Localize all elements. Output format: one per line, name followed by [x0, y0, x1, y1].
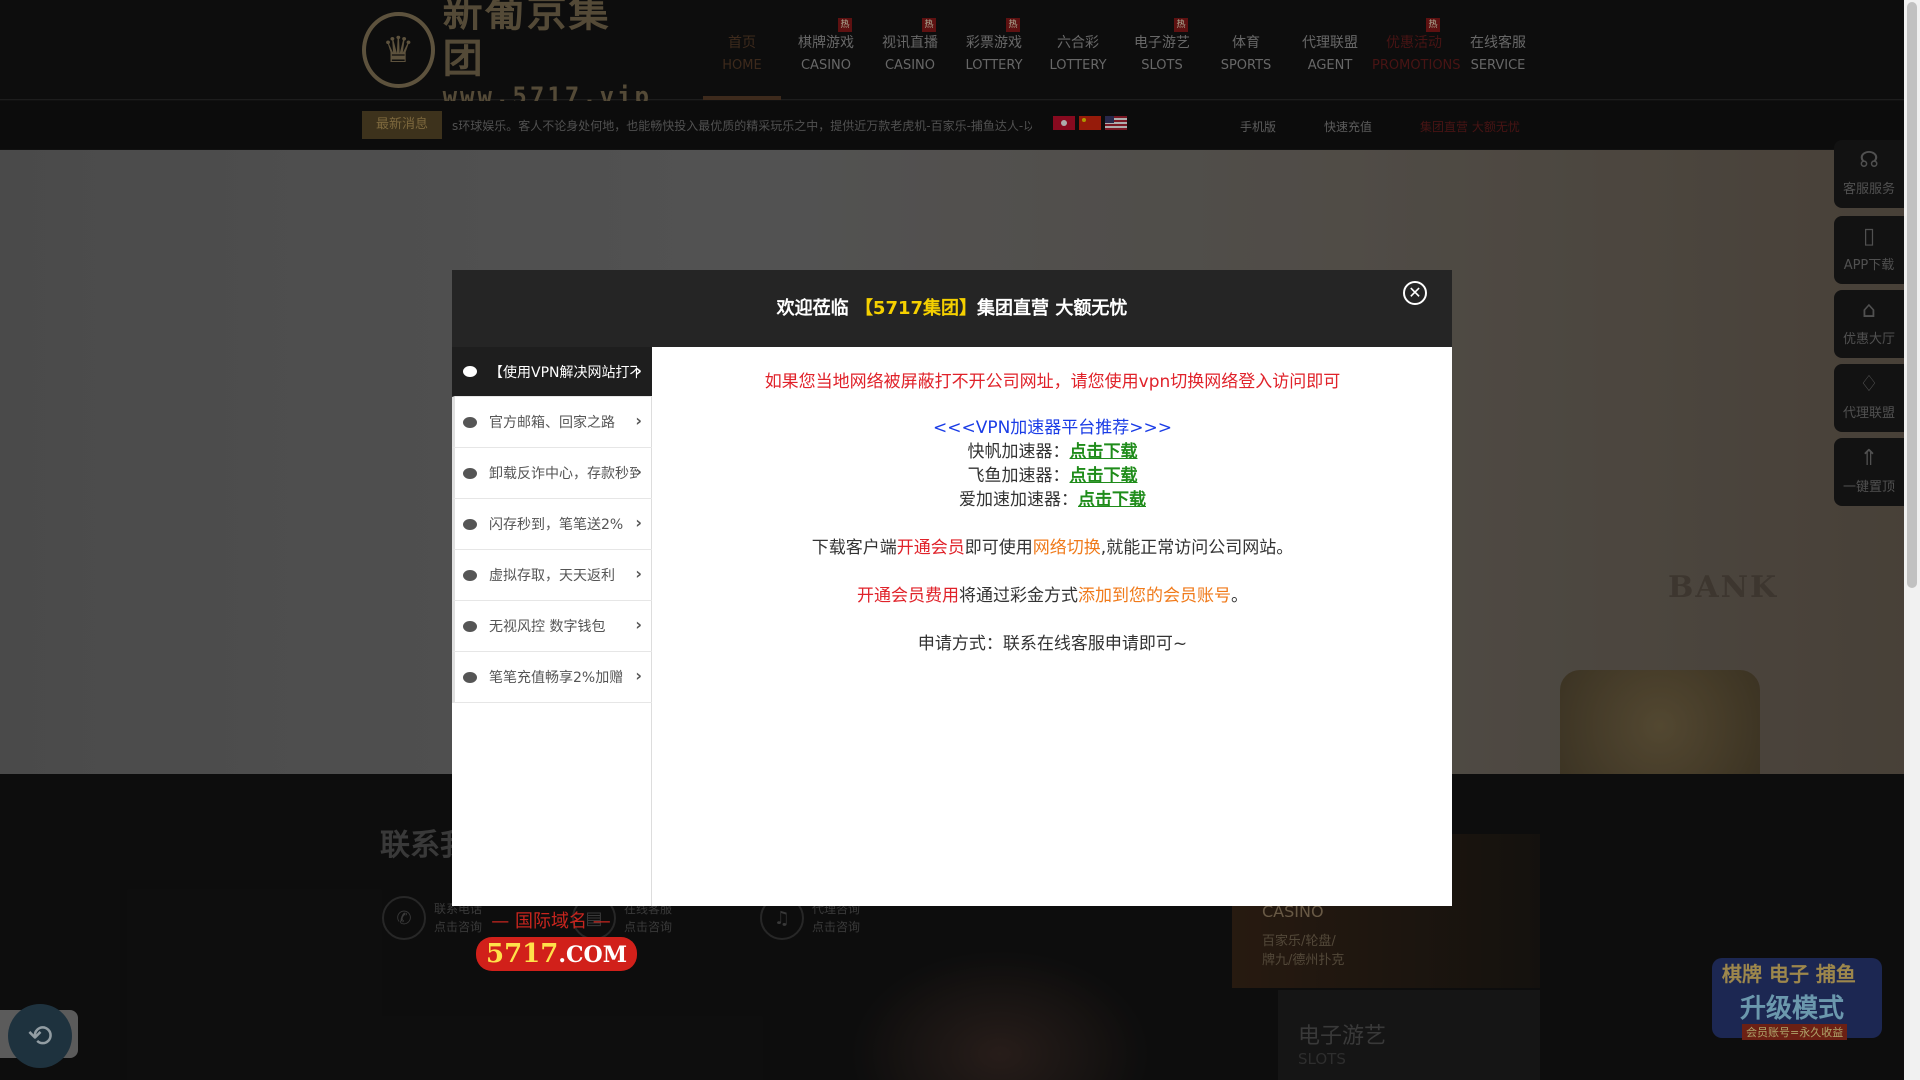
- chat-bubble-icon: [463, 667, 477, 683]
- chat-bubble-icon: [463, 463, 477, 479]
- download-link-kuaifan[interactable]: 点击下载: [1070, 442, 1138, 462]
- membership-fee-note: 开通会员费用将通过彩金方式添加到您的会员账号。: [857, 586, 1248, 606]
- domain-badge: — 国际域名 — 5717.COM: [476, 907, 638, 971]
- close-icon[interactable]: ✕: [1403, 281, 1427, 305]
- apply-method-note: 申请方式：联系在线客服申请即可~: [917, 634, 1188, 654]
- chat-bubble-icon: [463, 361, 477, 377]
- vpn-row-feiyu: 飞鱼加速器：点击下载: [967, 466, 1138, 486]
- tab-vpn[interactable]: 【使用VPN解决网站打不开问题】 ›: [452, 347, 652, 397]
- chat-bubble-icon: [463, 514, 477, 530]
- chevron-right-icon: ›: [635, 462, 642, 481]
- chevron-right-icon: ›: [635, 411, 642, 430]
- chat-bubble-icon: [463, 616, 477, 632]
- tab-recharge-bonus[interactable]: 笔笔充值畅享2%加赠 ›: [452, 652, 652, 703]
- client-download-note: 下载客户端开通会员即可使用网络切换,就能正常访问公司网站。: [811, 538, 1294, 558]
- chevron-right-icon: ›: [635, 564, 642, 583]
- tab-anti-fraud[interactable]: 卸载反诈中心，存款秒到 ›: [452, 448, 652, 499]
- scrollbar-thumb[interactable]: [1907, 2, 1917, 588]
- tab-virtual-deposit[interactable]: 虚拟存取，天天返利 ›: [452, 550, 652, 601]
- tab-digital-wallet[interactable]: 无视风控 数字钱包 ›: [452, 601, 652, 652]
- tab-instant-deposit[interactable]: 闪存秒到，笔笔送2% ›: [452, 499, 652, 550]
- chat-bubble-icon: [463, 412, 477, 428]
- vpn-row-kuaifan: 快帆加速器：点击下载: [967, 442, 1138, 462]
- modal-content: 如果您当地网络被屏蔽打不开公司网址，请您使用vpn切换网络登入访问即可 <<<V…: [653, 347, 1452, 906]
- announcement-modal: 欢迎莅临 【5717集团】集团直营 大额无忧 ✕ 【使用VPN解决网站打不开问题…: [452, 270, 1452, 971]
- modal-title: 欢迎莅临 【5717集团】集团直营 大额无忧: [452, 270, 1452, 347]
- vpn-heading: <<<VPN加速器平台推荐>>>: [932, 418, 1173, 438]
- download-link-feiyu[interactable]: 点击下载: [1070, 466, 1138, 486]
- download-link-aijiasu[interactable]: 点击下载: [1078, 490, 1146, 510]
- modal-tab-list: 【使用VPN解决网站打不开问题】 › 官方邮箱、回家之路 › 卸载反诈中心，存款…: [452, 347, 652, 971]
- chat-bubble-icon: [463, 565, 477, 581]
- vpn-row-aijiasu: 爱加速加速器：点击下载: [959, 490, 1146, 510]
- chevron-right-icon: ›: [635, 361, 642, 380]
- tab-official-email[interactable]: 官方邮箱、回家之路 ›: [452, 397, 652, 448]
- chevron-right-icon: ›: [635, 666, 642, 685]
- chevron-right-icon: ›: [635, 615, 642, 634]
- vpn-notice: 如果您当地网络被屏蔽打不开公司网址，请您使用vpn切换网络登入访问即可: [764, 372, 1341, 392]
- page-scrollbar[interactable]: [1904, 0, 1920, 1080]
- chevron-right-icon: ›: [635, 513, 642, 532]
